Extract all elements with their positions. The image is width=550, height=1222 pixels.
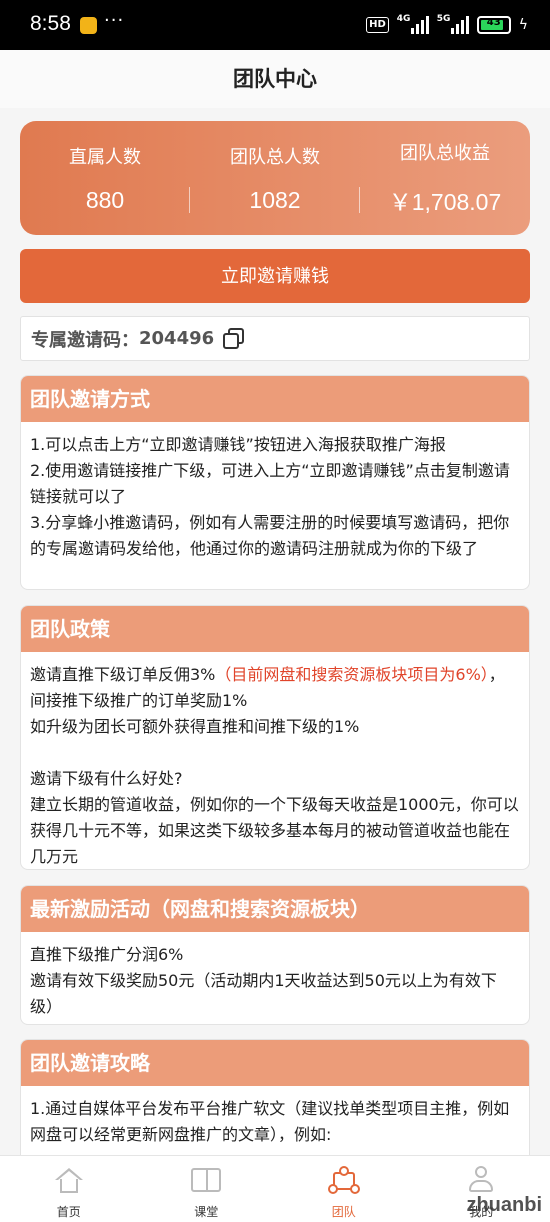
invite-methods-card: 团队邀请方式 1.可以点击上方“立即邀请赚钱”按钮进入海报获取推广海报 2.使用…	[20, 375, 530, 590]
invite-code-label: 专属邀请码：	[31, 329, 139, 351]
highlight-text: （目前网盘和搜索资源板块项目为6%）	[215, 665, 489, 684]
incentive-activity-card: 最新激励活动（网盘和搜索资源板块） 直推下级推广分润6% 邀请有效下级奖励50元…	[20, 885, 530, 1025]
hd-icon: HD	[366, 17, 389, 33]
clock: 8:58	[30, 12, 71, 35]
stat-label: 团队总收益	[400, 143, 490, 164]
stat-value: ￥1,708.07	[388, 189, 502, 215]
page-header: 团队中心	[0, 50, 550, 108]
stat-direct-members: 直属人数 880	[20, 143, 190, 214]
battery-icon: 43	[476, 16, 511, 34]
stat-value: 1082	[249, 186, 301, 213]
card-line: 邀请直推下级订单反佣3%（目前网盘和搜索资源板块项目为6%），间接推下级推广的订…	[30, 665, 505, 710]
stat-total-members: 团队总人数 1082	[190, 143, 360, 214]
card-title: 团队政策	[21, 606, 529, 652]
signal-4g-icon: 4G	[397, 14, 429, 34]
stat-label: 团队总人数	[230, 146, 320, 168]
invite-code-box: 专属邀请码： 204496	[20, 316, 530, 361]
card-line: 建立长期的管道收益，例如你的一个下级每天收益是1000元，你可以获得几十元不等，…	[30, 795, 519, 866]
status-bar: 8:58 ··· HD 4G 5G 43 ϟ	[0, 0, 550, 50]
stat-label: 直属人数	[69, 146, 141, 168]
card-body: 直推下级推广分润6% 邀请有效下级奖励50元（活动期内1天收益达到50元以上为有…	[21, 932, 529, 1024]
card-title: 最新激励活动（网盘和搜索资源板块）	[21, 886, 529, 932]
home-icon	[54, 1168, 83, 1193]
user-icon	[468, 1166, 494, 1194]
card-line: 1.通过自媒体平台发布平台推广软文（建议找单类型项目主推，例如网盘可以经常更新网…	[30, 1099, 510, 1144]
watermark: zhuanbi	[466, 1194, 542, 1216]
tab-label: 首页	[56, 1205, 81, 1219]
card-body: 邀请直推下级订单反佣3%（目前网盘和搜索资源板块项目为6%），间接推下级推广的订…	[21, 652, 529, 869]
stat-total-earnings: 团队总收益 ￥1,708.07	[360, 139, 530, 217]
card-body: 1.可以点击上方“立即邀请赚钱”按钮进入海报获取推广海报 2.使用邀请链接推广下…	[21, 422, 529, 568]
tab-classroom[interactable]: 课堂	[138, 1156, 276, 1222]
book-icon	[191, 1168, 222, 1192]
invite-code-value: 204496	[139, 328, 215, 349]
notification-icon	[80, 17, 97, 34]
copy-icon[interactable]	[222, 327, 246, 351]
team-policy-card: 团队政策 邀请直推下级订单反佣3%（目前网盘和搜索资源板块项目为6%），间接推下…	[20, 605, 530, 870]
card-title: 团队邀请攻略	[21, 1040, 529, 1086]
tab-home[interactable]: 首页	[0, 1156, 138, 1222]
card-line: 1.可以点击上方“立即邀请赚钱”按钮进入海报获取推广海报	[30, 435, 446, 454]
card-line: 2.使用邀请链接推广下级，可进入上方“立即邀请赚钱”点击复制邀请链接就可以了	[30, 461, 510, 506]
tab-label: 团队	[331, 1205, 356, 1219]
signal-5g-icon: 5G	[437, 14, 469, 34]
card-body: 1.通过自媒体平台发布平台推广软文（建议找单类型项目主推，例如网盘可以经常更新网…	[21, 1086, 529, 1154]
tab-team[interactable]: 团队	[275, 1156, 413, 1222]
card-line: 如升级为团长可额外获得直推和间推下级的1%	[30, 717, 360, 736]
invite-earn-button[interactable]: 立即邀请赚钱	[20, 249, 530, 303]
more-notifications-icon: ···	[104, 10, 125, 31]
card-line: 邀请下级有什么好处?	[30, 769, 183, 788]
page-title: 团队中心	[233, 67, 317, 91]
team-stats-panel: 直属人数 880 团队总人数 1082 团队总收益 ￥1,708.07	[20, 121, 530, 235]
charging-icon: ϟ	[518, 17, 528, 33]
stat-value: 880	[85, 186, 125, 213]
card-line: 邀请有效下级奖励50元（活动期内1天收益达到50元以上为有效下级）	[30, 971, 497, 1016]
card-title: 团队邀请方式	[21, 376, 529, 422]
tab-label: 课堂	[194, 1205, 219, 1219]
team-icon	[327, 1166, 360, 1196]
card-line: 3.分享蜂小推邀请码，例如有人需要注册的时候要填写邀请码，把你的专属邀请码发给他…	[30, 513, 510, 558]
card-line: 直推下级推广分润6%	[30, 945, 184, 964]
